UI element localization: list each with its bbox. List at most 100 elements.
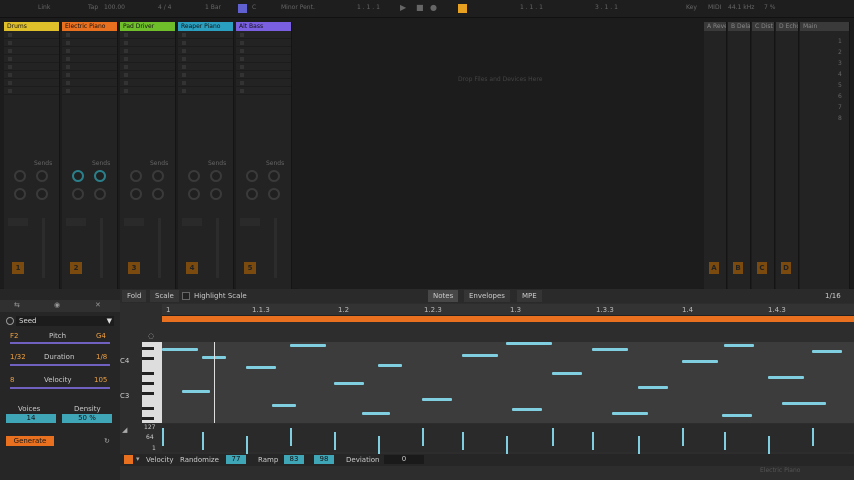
clip-slot[interactable] [236, 55, 291, 63]
volume-field[interactable] [240, 218, 260, 226]
velocity-stem[interactable] [552, 428, 554, 446]
chevron-down-icon[interactable]: ▾ [136, 455, 140, 463]
velocity-stem[interactable] [768, 436, 770, 454]
midi-note[interactable] [722, 414, 752, 417]
clip-slot[interactable] [120, 63, 175, 71]
clip-slot[interactable] [236, 31, 291, 39]
tab-mpe[interactable]: MPE [517, 290, 542, 302]
clip-slot[interactable] [4, 79, 59, 87]
velocity-low[interactable]: 8 [10, 376, 14, 384]
randomize-button[interactable]: Randomize [180, 456, 219, 464]
volume-fader[interactable] [100, 218, 103, 278]
midi-note[interactable] [246, 366, 276, 369]
send-c-knob[interactable] [14, 188, 26, 200]
velocity-stem[interactable] [724, 432, 726, 450]
track-reaper-piano[interactable]: Reaper Piano Sends 4 [178, 22, 234, 304]
clip-slot[interactable] [120, 39, 175, 47]
return-track-c[interactable]: C Dist C [752, 22, 775, 304]
clip-slot[interactable] [178, 55, 233, 63]
scale-mode-icon[interactable] [238, 4, 247, 13]
velocity-lane[interactable] [162, 424, 854, 454]
midi-note[interactable] [334, 382, 364, 385]
clip-slot[interactable] [236, 79, 291, 87]
refresh-icon[interactable]: ↻ [104, 437, 110, 445]
quantization-menu[interactable]: 1 Bar [205, 4, 221, 11]
clip-slot[interactable] [62, 39, 117, 47]
velocity-stem[interactable] [290, 428, 292, 446]
voices-field[interactable]: 14 [6, 414, 56, 423]
clip-slot[interactable] [236, 63, 291, 71]
clip-slot[interactable] [4, 39, 59, 47]
density-field[interactable]: 50 % [62, 414, 112, 423]
ramp-end[interactable]: 98 [314, 455, 334, 464]
send-d-knob[interactable] [36, 188, 48, 200]
midi-map-button[interactable]: MIDI [708, 4, 721, 11]
clip-slot[interactable] [4, 63, 59, 71]
midi-note[interactable] [272, 404, 296, 407]
midi-note[interactable] [506, 342, 552, 345]
key-select[interactable]: C [252, 4, 256, 11]
velocity-stem[interactable] [638, 436, 640, 454]
send-a-knob[interactable] [130, 170, 142, 182]
clip-slot[interactable] [120, 71, 175, 79]
send-a-knob[interactable] [72, 170, 84, 182]
track-electric-piano[interactable]: Electric Piano Sends 2 [62, 22, 118, 304]
clip-slot[interactable] [120, 31, 175, 39]
track-title[interactable]: Alt Bass [236, 22, 291, 31]
send-d-knob[interactable] [210, 188, 222, 200]
send-a-knob[interactable] [14, 170, 26, 182]
clip-slot[interactable] [62, 47, 117, 55]
track-activator[interactable]: 2 [70, 262, 82, 274]
clip-slot[interactable] [120, 47, 175, 55]
highlight-scale-checkbox[interactable] [182, 292, 190, 300]
send-b-knob[interactable] [210, 170, 222, 182]
clip-slot[interactable] [62, 79, 117, 87]
scene-number[interactable]: 8 [838, 113, 848, 124]
clip-slot[interactable] [178, 31, 233, 39]
black-key[interactable] [142, 392, 154, 395]
volume-fader[interactable] [158, 218, 161, 278]
arrangement-position[interactable]: 1 . 1 . 1 [357, 4, 380, 11]
volume-fader[interactable] [274, 218, 277, 278]
midi-note[interactable] [638, 386, 668, 389]
clip-slot[interactable] [236, 87, 291, 95]
midi-note[interactable] [512, 408, 542, 411]
black-key[interactable] [142, 372, 154, 375]
velocity-stem[interactable] [202, 432, 204, 450]
send-c-knob[interactable] [246, 188, 258, 200]
automation-arm-icon[interactable] [458, 4, 467, 13]
note-grid[interactable] [162, 342, 854, 423]
clip-slot[interactable] [236, 71, 291, 79]
velocity-lane-toggle-icon[interactable] [124, 455, 133, 464]
midi-note[interactable] [782, 402, 826, 405]
volume-field[interactable] [8, 218, 28, 226]
send-a-knob[interactable] [246, 170, 258, 182]
tempo-field[interactable]: 100.00 [104, 4, 125, 11]
clip-slot[interactable] [178, 63, 233, 71]
midi-note[interactable] [612, 412, 648, 415]
send-b-knob[interactable] [152, 170, 164, 182]
midi-note[interactable] [462, 354, 498, 357]
clip-slot[interactable] [4, 31, 59, 39]
scene-number[interactable]: 5 [838, 80, 848, 91]
play-icon[interactable]: ▶ [400, 3, 406, 12]
return-activator[interactable]: D [781, 262, 791, 274]
record-icon[interactable]: ● [430, 3, 437, 12]
loop-brace[interactable] [162, 316, 854, 322]
clip-slot[interactable] [178, 79, 233, 87]
clip-slot[interactable] [236, 47, 291, 55]
clip-slot[interactable] [178, 87, 233, 95]
main-title[interactable]: Main [800, 22, 849, 31]
clip-slot[interactable] [178, 39, 233, 47]
clip-slot[interactable] [178, 47, 233, 55]
grid-setting[interactable]: 1/16 [825, 292, 841, 300]
volume-fader[interactable] [42, 218, 45, 278]
tap-button[interactable]: Tap [88, 4, 98, 11]
link-button[interactable]: Link [38, 4, 50, 11]
time-signature[interactable]: 4 / 4 [158, 4, 171, 11]
velocity-stem[interactable] [592, 432, 594, 450]
track-title[interactable]: Pad Driver [120, 22, 175, 31]
midi-note[interactable] [422, 398, 452, 401]
velocity-high[interactable]: 105 [94, 376, 107, 384]
randomize-amount[interactable]: 77 [226, 455, 246, 464]
